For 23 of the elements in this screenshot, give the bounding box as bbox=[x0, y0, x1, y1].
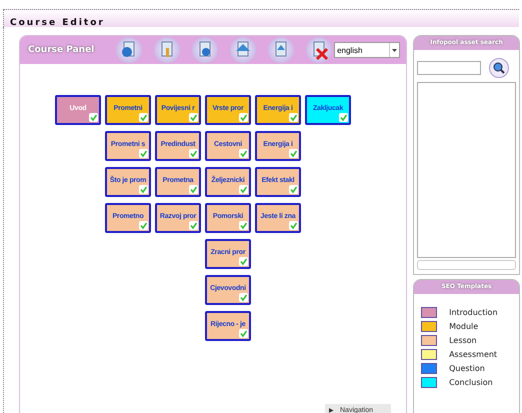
template-label: Module bbox=[449, 322, 478, 331]
delete-page-icon[interactable] bbox=[306, 37, 332, 63]
color-swatch[interactable] bbox=[421, 349, 438, 360]
window-title: Course Editor bbox=[10, 18, 105, 28]
search-icon[interactable] bbox=[489, 58, 510, 78]
upload-page-icon[interactable] bbox=[230, 37, 256, 63]
color-swatch[interactable] bbox=[421, 307, 438, 318]
color-swatch[interactable] bbox=[421, 377, 438, 388]
language-select[interactable]: english bbox=[334, 42, 400, 58]
scroll-bar[interactable] bbox=[417, 260, 516, 270]
globe-page-icon[interactable] bbox=[116, 37, 142, 63]
template-label: Question bbox=[449, 364, 485, 373]
panel-title: Course Panel bbox=[28, 45, 96, 55]
template-label: Lesson bbox=[449, 336, 477, 345]
search-field[interactable] bbox=[417, 61, 482, 75]
caret-icon[interactable] bbox=[389, 43, 400, 57]
template-label: Introduction bbox=[449, 308, 498, 317]
color-swatch[interactable] bbox=[421, 363, 438, 374]
color-swatch[interactable] bbox=[421, 335, 438, 346]
template-label: Conclusion bbox=[449, 378, 493, 387]
color-swatch[interactable] bbox=[421, 321, 438, 332]
document-page-icon[interactable] bbox=[268, 37, 294, 63]
template-label: Assessment bbox=[449, 350, 498, 359]
